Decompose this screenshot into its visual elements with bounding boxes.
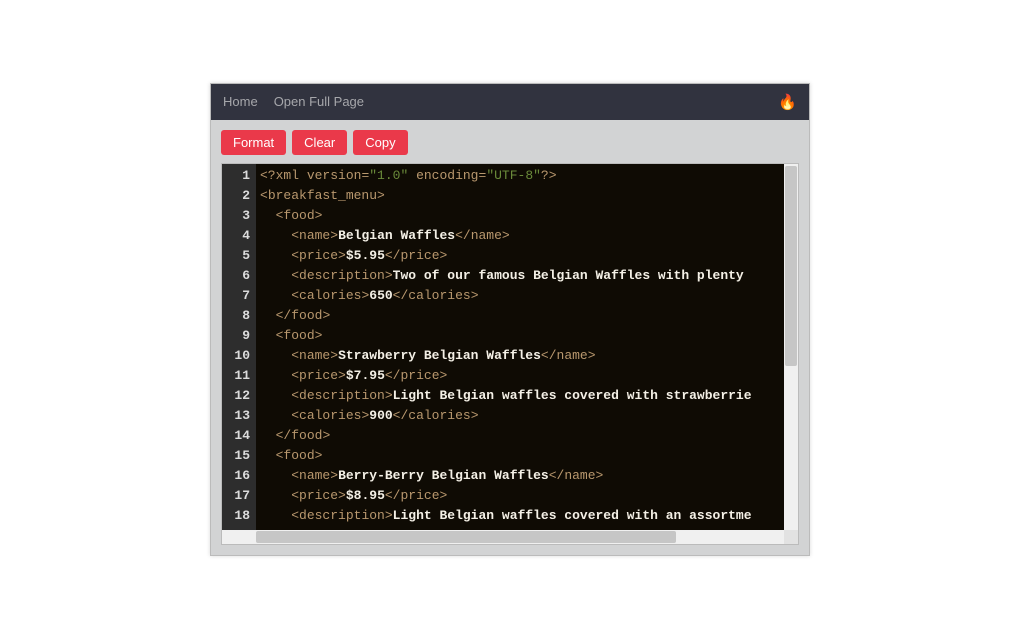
line-number: 15 — [232, 446, 250, 466]
line-number: 6 — [232, 266, 250, 286]
line-number: 3 — [232, 206, 250, 226]
scroll-corner — [784, 530, 798, 544]
toolbar: Format Clear Copy — [211, 120, 809, 163]
code-line[interactable]: <food> — [260, 326, 798, 346]
line-number: 1 — [232, 166, 250, 186]
fire-icon[interactable]: 🔥 — [778, 93, 797, 111]
code-line[interactable]: <description>Light Belgian waffles cover… — [260, 506, 798, 526]
code-line[interactable]: </food> — [260, 306, 798, 326]
format-button[interactable]: Format — [221, 130, 286, 155]
editor-container: 12345678910111213141516171819 <?xml vers… — [221, 163, 799, 545]
clear-button[interactable]: Clear — [292, 130, 347, 155]
code-line[interactable]: <price>$8.95</price> — [260, 486, 798, 506]
app-window: Home Open Full Page 🔥 Format Clear Copy … — [210, 83, 810, 556]
line-number: 18 — [232, 506, 250, 526]
line-number: 8 — [232, 306, 250, 326]
line-number: 17 — [232, 486, 250, 506]
line-number: 14 — [232, 426, 250, 446]
nav-home[interactable]: Home — [223, 94, 258, 109]
vertical-scroll-thumb[interactable] — [785, 166, 797, 366]
code-line[interactable]: <name>Berry-Berry Belgian Waffles</name> — [260, 466, 798, 486]
line-number: 9 — [232, 326, 250, 346]
line-number: 13 — [232, 406, 250, 426]
nav-open-full-page[interactable]: Open Full Page — [274, 94, 364, 109]
code-line[interactable]: <food> — [260, 206, 798, 226]
horizontal-scrollbar[interactable] — [222, 530, 798, 544]
line-number: 5 — [232, 246, 250, 266]
line-number: 2 — [232, 186, 250, 206]
code-line[interactable]: <name>Belgian Waffles</name> — [260, 226, 798, 246]
code-line[interactable]: <name>Strawberry Belgian Waffles</name> — [260, 346, 798, 366]
code-line[interactable]: <calories>650</calories> — [260, 286, 798, 306]
line-number: 4 — [232, 226, 250, 246]
code-area[interactable]: <?xml version="1.0" encoding="UTF-8"?><b… — [256, 164, 798, 544]
line-number: 10 — [232, 346, 250, 366]
line-number: 11 — [232, 366, 250, 386]
line-number: 16 — [232, 466, 250, 486]
code-line[interactable]: <price>$7.95</price> — [260, 366, 798, 386]
code-line[interactable]: </food> — [260, 426, 798, 446]
code-line[interactable]: <description>Light Belgian waffles cover… — [260, 386, 798, 406]
code-editor[interactable]: 12345678910111213141516171819 <?xml vers… — [222, 164, 798, 544]
code-line[interactable]: <description>Two of our famous Belgian W… — [260, 266, 798, 286]
code-line[interactable]: <?xml version="1.0" encoding="UTF-8"?> — [260, 166, 798, 186]
code-line[interactable]: <food> — [260, 446, 798, 466]
code-line[interactable]: <calories>900</calories> — [260, 406, 798, 426]
line-gutter: 12345678910111213141516171819 — [222, 164, 256, 544]
copy-button[interactable]: Copy — [353, 130, 407, 155]
topbar-links: Home Open Full Page — [223, 94, 364, 109]
line-number: 12 — [232, 386, 250, 406]
code-line[interactable]: <breakfast_menu> — [260, 186, 798, 206]
code-line[interactable]: <price>$5.95</price> — [260, 246, 798, 266]
topbar: Home Open Full Page 🔥 — [211, 84, 809, 120]
line-number: 7 — [232, 286, 250, 306]
vertical-scrollbar[interactable] — [784, 164, 798, 530]
horizontal-scroll-thumb[interactable] — [256, 531, 676, 543]
